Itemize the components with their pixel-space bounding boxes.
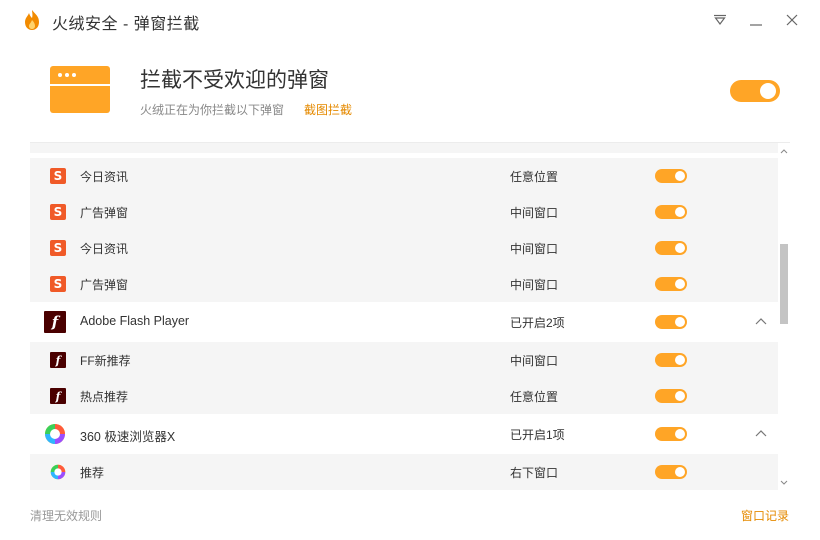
flash-player-icon: f (50, 388, 66, 404)
group-row-flash-player[interactable]: f Adobe Flash Player 已开启2项 (30, 302, 778, 342)
minimize-button[interactable] (744, 8, 768, 32)
rule-toggle[interactable] (655, 205, 687, 219)
rule-toggle[interactable] (655, 353, 687, 367)
toggle-knob (675, 391, 685, 401)
rule-name: 广告弹窗 (80, 278, 129, 292)
toggle-knob (675, 317, 685, 327)
master-toggle[interactable] (730, 80, 780, 102)
group-row-360-browser[interactable]: 360 极速浏览器X 已开启1项 (30, 414, 778, 454)
flash-player-icon: f (44, 311, 66, 333)
menu-dropdown-button[interactable] (708, 8, 732, 32)
group-name: Adobe Flash Player (80, 314, 190, 328)
sohu-icon: S (50, 204, 66, 220)
popup-block-header: 拦截不受欢迎的弹窗 火绒正在为你拦截以下弹窗 截图拦截 (0, 40, 820, 140)
rule-toggle[interactable] (655, 465, 687, 479)
toggle-knob (675, 355, 685, 365)
toggle-knob (675, 279, 685, 289)
360-browser-icon (50, 464, 66, 480)
toggle-knob (675, 207, 685, 217)
rule-position: 右下窗口 (510, 466, 559, 480)
rule-name: FF新推荐 (80, 354, 131, 368)
toggle-knob (675, 467, 685, 477)
huorong-logo-icon (25, 10, 39, 30)
rule-position: 中间窗口 (510, 278, 559, 292)
toggle-knob (675, 243, 685, 253)
rule-toggle[interactable] (655, 389, 687, 403)
rule-name: 今日资讯 (80, 242, 129, 256)
list-item: S 广告弹窗 中间窗口 (30, 194, 778, 230)
menu-triangle-icon (714, 14, 726, 25)
toggle-knob (675, 171, 685, 181)
list-item: S 今日资讯 任意位置 (30, 158, 778, 194)
clear-invalid-rules-link[interactable]: 清理无效规则 (30, 507, 102, 524)
list-item: S 今日资讯 中间窗口 (30, 230, 778, 266)
360-browser-icon (45, 424, 65, 444)
page-subtitle: 火绒正在为你拦截以下弹窗 (140, 103, 285, 117)
chevron-up-icon[interactable] (754, 427, 768, 441)
list-item: f FF新推荐 中间窗口 (30, 342, 778, 378)
scroll-up-icon[interactable] (778, 145, 790, 157)
close-button[interactable] (780, 8, 804, 32)
toggle-knob (760, 83, 776, 99)
rule-name: 推荐 (80, 466, 105, 480)
list-scrollbar[interactable] (778, 142, 790, 492)
rule-position: 中间窗口 (510, 242, 559, 256)
window-title: 火绒安全 - 弹窗拦截 (52, 16, 200, 33)
scroll-down-icon[interactable] (778, 477, 790, 489)
scroll-thumb[interactable] (780, 244, 788, 324)
flash-player-icon: f (50, 352, 66, 368)
sohu-icon: S (50, 142, 66, 143)
toggle-knob (675, 429, 685, 439)
close-icon (786, 14, 798, 26)
rule-position: 中间窗口 (510, 354, 559, 368)
rule-name: 今日资讯 (80, 170, 129, 184)
group-toggle[interactable] (655, 427, 687, 441)
sohu-icon: S (50, 276, 66, 292)
chevron-up-icon[interactable] (754, 315, 768, 329)
window-log-link[interactable]: 窗口记录 (741, 507, 789, 524)
rule-name: 热点推荐 (80, 390, 129, 404)
popup-window-icon (50, 66, 110, 113)
list-item: f 热点推荐 任意位置 (30, 378, 778, 414)
popup-rule-list: S S 今日资讯 任意位置 S 广告弹窗 中间窗口 S 今日资讯 中间窗口 S … (30, 142, 790, 492)
group-toggle[interactable] (655, 315, 687, 329)
list-item-partial: S (30, 142, 778, 153)
rule-position: 任意位置 (510, 170, 559, 184)
group-status: 已开启1项 (510, 428, 565, 442)
screenshot-block-link[interactable]: 截图拦截 (304, 101, 352, 118)
list-item: 推荐 右下窗口 (30, 454, 778, 490)
rule-toggle[interactable] (655, 277, 687, 291)
rule-name: 广告弹窗 (80, 206, 129, 220)
rule-toggle[interactable] (655, 241, 687, 255)
sohu-icon: S (50, 240, 66, 256)
rule-position: 中间窗口 (510, 206, 559, 220)
rule-position: 任意位置 (510, 390, 559, 404)
rule-toggle[interactable] (655, 169, 687, 183)
group-status: 已开启2项 (510, 316, 565, 330)
list-item: S 广告弹窗 中间窗口 (30, 266, 778, 302)
group-name: 360 极速浏览器X (80, 430, 176, 444)
page-title: 拦截不受欢迎的弹窗 (140, 69, 329, 92)
minimize-icon (750, 24, 762, 26)
sohu-icon: S (50, 168, 66, 184)
title-bar: 火绒安全 - 弹窗拦截 (0, 0, 820, 40)
